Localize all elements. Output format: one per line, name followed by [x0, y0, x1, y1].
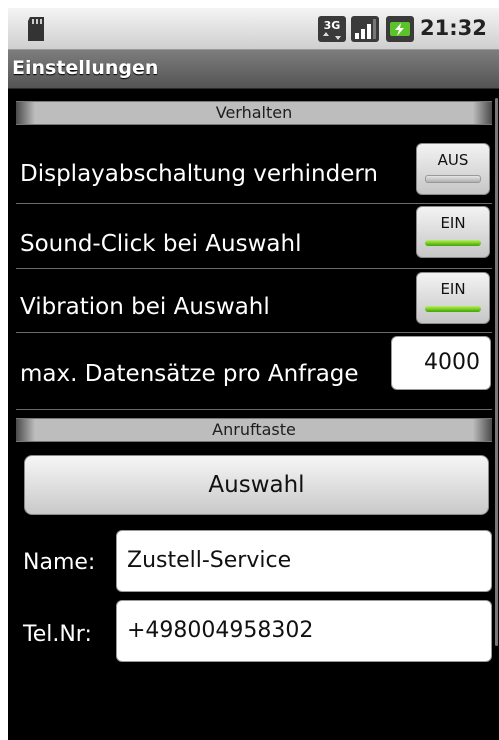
title-bar: Einstellungen: [8, 50, 499, 89]
toggle-vibration[interactable]: EIN: [416, 272, 490, 324]
setting-sound-click-label: Sound-Click bei Auswahl: [20, 231, 302, 257]
battery-charging-icon: [386, 16, 414, 46]
toggle-indicator: [425, 175, 481, 183]
max-records-input[interactable]: 4000: [391, 336, 491, 390]
toggle-display-timeout[interactable]: AUS: [416, 143, 490, 195]
toggle-state-label: AUS: [437, 151, 469, 169]
name-input[interactable]: Zustell-Service: [116, 530, 492, 592]
section-header-anruftaste: Anruftaste: [16, 418, 492, 442]
signal-icon: [351, 16, 379, 46]
section-header-label: Verhalten: [215, 103, 293, 122]
app-screen: 3G 21:32 Einstellungen Verhalten Display…: [8, 8, 499, 740]
toggle-state-label: EIN: [440, 214, 466, 232]
setting-vibration-label: Vibration bei Auswahl: [20, 294, 270, 320]
divider: [16, 268, 492, 269]
name-label: Name:: [23, 550, 96, 575]
sd-card-icon: [26, 16, 48, 46]
setting-display-timeout-label: Displayabschaltung verhindern: [20, 161, 378, 187]
scrollbar[interactable]: [495, 98, 498, 646]
divider: [16, 332, 492, 333]
3g-data-icon: 3G: [318, 16, 346, 46]
toggle-indicator: [425, 240, 481, 246]
max-records-label: max. Datensätze pro Anfrage: [20, 361, 359, 387]
toggle-state-label: EIN: [440, 280, 466, 298]
section-header-verhalten: Verhalten: [16, 101, 492, 125]
toggle-indicator: [425, 306, 481, 312]
phone-label: Tel.Nr:: [23, 622, 92, 647]
toggle-sound-click[interactable]: EIN: [416, 206, 490, 258]
phone-input[interactable]: +498004958302: [116, 600, 492, 662]
divider: [16, 409, 492, 410]
section-header-label: Anruftaste: [212, 420, 296, 439]
clock: 21:32: [420, 16, 487, 40]
svg-text:3G: 3G: [324, 19, 341, 32]
divider: [16, 203, 492, 204]
page-title: Einstellungen: [12, 57, 159, 79]
select-contact-button[interactable]: Auswahl: [24, 455, 489, 515]
status-bar: 3G 21:32: [8, 8, 499, 50]
